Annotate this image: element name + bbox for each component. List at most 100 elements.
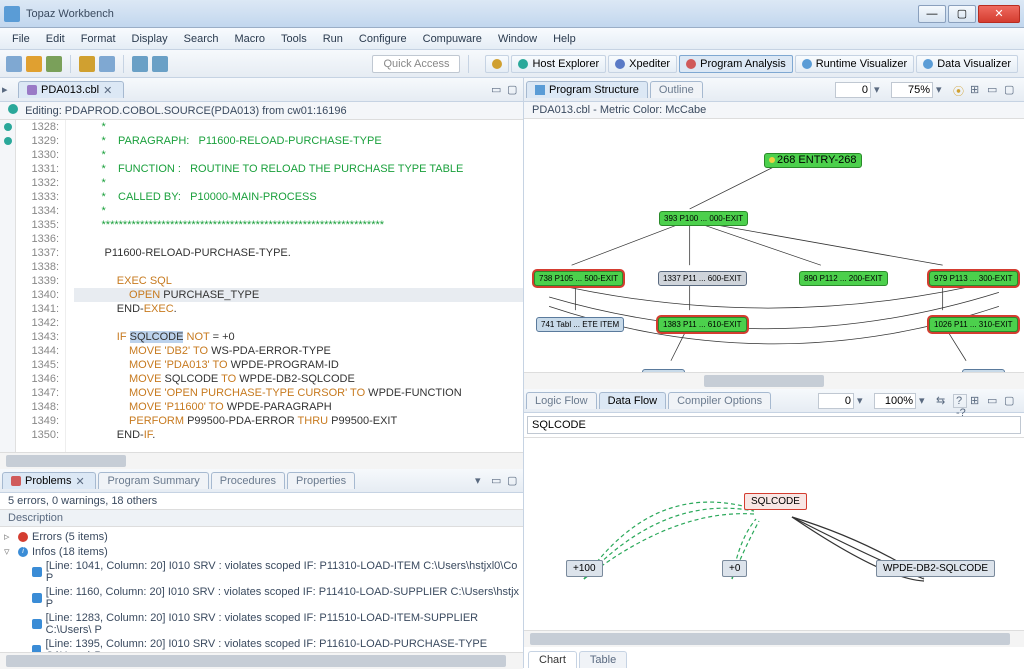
- code-editor[interactable]: 1328:1329:1330:1331:1332:1333:1334:1335:…: [0, 120, 523, 452]
- toolbar-icon[interactable]: [46, 56, 62, 72]
- persp-program-analysis[interactable]: Program Analysis: [679, 55, 793, 73]
- dataflow-node-focus[interactable]: SQLCODE: [744, 493, 807, 510]
- problem-item[interactable]: [Line: 1395, Column: 20] I010 SRV : viol…: [4, 637, 519, 652]
- program-structure-tab[interactable]: Program Structure: [526, 81, 648, 98]
- structure-node[interactable]: 738 P105 ... 500-EXIT: [534, 271, 623, 286]
- procedures-tab[interactable]: Procedures: [211, 472, 285, 489]
- maximize-view-icon[interactable]: ▢: [507, 474, 521, 488]
- dataflow-scrollbar-h[interactable]: [524, 630, 1024, 646]
- toolbar-icon[interactable]: [152, 56, 168, 72]
- struct-scrollbar-h[interactable]: [524, 372, 1024, 388]
- program-summary-tab[interactable]: Program Summary: [98, 472, 208, 489]
- structure-canvas[interactable]: 268 ENTRY-268 393 P100 ... 000-EXIT 738 …: [524, 119, 1024, 372]
- dataflow-node[interactable]: WPDE-DB2-SQLCODE: [876, 560, 995, 577]
- stepper-icon[interactable]: ▾: [874, 83, 888, 97]
- menubar: File Edit Format Display Search Macro To…: [0, 28, 1024, 50]
- structure-node[interactable]: 741 Tabl ... ETE ITEM: [536, 317, 624, 332]
- toolbar-icon[interactable]: [26, 56, 42, 72]
- data-flow-tab[interactable]: Data Flow: [599, 392, 667, 409]
- stepper-icon[interactable]: ▾: [857, 394, 871, 408]
- structure-node[interactable]: 979 P113 ... 300-EXIT: [929, 271, 1018, 286]
- problem-item[interactable]: [Line: 1283, Column: 20] I010 SRV : viol…: [4, 611, 519, 637]
- menu-macro[interactable]: Macro: [226, 31, 273, 47]
- tool-icon[interactable]: ⊞: [970, 83, 984, 97]
- open-perspective-button[interactable]: [485, 55, 509, 73]
- properties-tab[interactable]: Properties: [287, 472, 355, 489]
- errors-group[interactable]: ▹Errors (5 items): [4, 529, 519, 544]
- problems-scrollbar-h[interactable]: [0, 652, 523, 668]
- structure-node[interactable]: 890 P112 ... 200-EXIT: [799, 271, 888, 286]
- tool-icon[interactable]: ?-?: [953, 394, 967, 408]
- zoom-percent-input[interactable]: [874, 393, 916, 409]
- menu-help[interactable]: Help: [545, 31, 584, 47]
- menu-configure[interactable]: Configure: [351, 31, 415, 47]
- minimize-view-icon[interactable]: ▭: [491, 83, 505, 97]
- toolbar-icon[interactable]: [6, 56, 22, 72]
- stepper-icon[interactable]: ▾: [936, 83, 950, 97]
- dataflow-search-input[interactable]: [527, 416, 1021, 434]
- menu-display[interactable]: Display: [124, 31, 176, 47]
- menu-edit[interactable]: Edit: [38, 31, 73, 47]
- persp-host-explorer[interactable]: Host Explorer: [511, 55, 606, 73]
- tool-icon[interactable]: ⊞: [970, 394, 984, 408]
- structure-node[interactable]: 1383 P11 ... 610-EXIT: [658, 317, 747, 332]
- outline-tab[interactable]: Outline: [650, 81, 703, 98]
- persp-runtime-visualizer[interactable]: Runtime Visualizer: [795, 55, 915, 73]
- minimize-view-icon[interactable]: ▭: [491, 474, 505, 488]
- view-menu-icon[interactable]: ▾: [475, 474, 489, 488]
- toolbar-icon[interactable]: [132, 56, 148, 72]
- menu-window[interactable]: Window: [490, 31, 545, 47]
- structure-node[interactable]: 1026 P11 ... 310-EXIT: [929, 317, 1018, 332]
- tool-icon[interactable]: ⦿: [953, 83, 967, 97]
- tool-icon[interactable]: ⇆: [936, 394, 950, 408]
- editor-tab[interactable]: PDA013.cbl ✕: [18, 81, 124, 98]
- problems-tree[interactable]: ▹Errors (5 items) ▿iInfos (18 items) [Li…: [0, 527, 523, 652]
- dataflow-node[interactable]: +100: [566, 560, 603, 577]
- dataflow-canvas[interactable]: SQLCODE +100 +0 WPDE-DB2-SQLCODE: [524, 438, 1024, 630]
- table-tab[interactable]: Table: [579, 651, 627, 668]
- minimize-button[interactable]: ―: [918, 5, 946, 23]
- stepper-icon[interactable]: ▾: [919, 394, 933, 408]
- dataflow-bottom-tabs: Chart Table: [524, 646, 1024, 668]
- menu-format[interactable]: Format: [73, 31, 124, 47]
- infos-group[interactable]: ▿iInfos (18 items): [4, 544, 519, 559]
- editor-scrollbar-h[interactable]: [0, 452, 523, 468]
- toolbar-icon[interactable]: [79, 56, 95, 72]
- menu-compuware[interactable]: Compuware: [415, 31, 490, 47]
- menu-search[interactable]: Search: [176, 31, 227, 47]
- zoom-offset-input[interactable]: [818, 393, 854, 409]
- structure-node[interactable]: 1337 P11 ... 600-EXIT: [658, 271, 747, 286]
- quick-access[interactable]: Quick Access: [372, 55, 460, 73]
- minimize-view-icon[interactable]: ▭: [987, 394, 1001, 408]
- perspective-switcher: Host Explorer Xpediter Program Analysis …: [485, 55, 1018, 73]
- structure-node[interactable]: 268 ENTRY-268: [764, 153, 862, 168]
- problems-header[interactable]: Description: [0, 509, 523, 527]
- menu-tools[interactable]: Tools: [273, 31, 315, 47]
- collapse-icon[interactable]: ▸: [2, 83, 16, 97]
- close-button[interactable]: ✕: [978, 5, 1020, 23]
- menu-file[interactable]: File: [4, 31, 38, 47]
- toolbar: Quick Access Host Explorer Xpediter Prog…: [0, 50, 1024, 78]
- chart-tab[interactable]: Chart: [528, 651, 577, 668]
- close-icon[interactable]: ✕: [103, 84, 115, 96]
- problem-item[interactable]: [Line: 1160, Column: 20] I010 SRV : viol…: [4, 585, 519, 611]
- structure-node[interactable]: 393 P100 ... 000-EXIT: [659, 211, 748, 226]
- zoom-offset-input[interactable]: [835, 82, 871, 98]
- dataflow-node[interactable]: +0: [722, 560, 747, 577]
- zoom-percent-input[interactable]: [891, 82, 933, 98]
- maximize-view-icon[interactable]: ▢: [1004, 83, 1018, 97]
- persp-xpediter[interactable]: Xpediter: [608, 55, 677, 73]
- logic-flow-tab[interactable]: Logic Flow: [526, 392, 597, 409]
- problem-item[interactable]: [Line: 1041, Column: 20] I010 SRV : viol…: [4, 559, 519, 585]
- toolbar-icon[interactable]: [99, 56, 115, 72]
- menu-run[interactable]: Run: [315, 31, 351, 47]
- maximize-button[interactable]: ▢: [948, 5, 976, 23]
- minimize-view-icon[interactable]: ▭: [987, 83, 1001, 97]
- persp-data-visualizer[interactable]: Data Visualizer: [916, 55, 1018, 73]
- maximize-view-icon[interactable]: ▢: [507, 83, 521, 97]
- problems-tab[interactable]: Problems✕: [2, 472, 96, 489]
- info-icon: [32, 619, 42, 629]
- compiler-options-tab[interactable]: Compiler Options: [668, 392, 771, 409]
- close-icon[interactable]: ✕: [75, 475, 87, 487]
- maximize-view-icon[interactable]: ▢: [1004, 394, 1018, 408]
